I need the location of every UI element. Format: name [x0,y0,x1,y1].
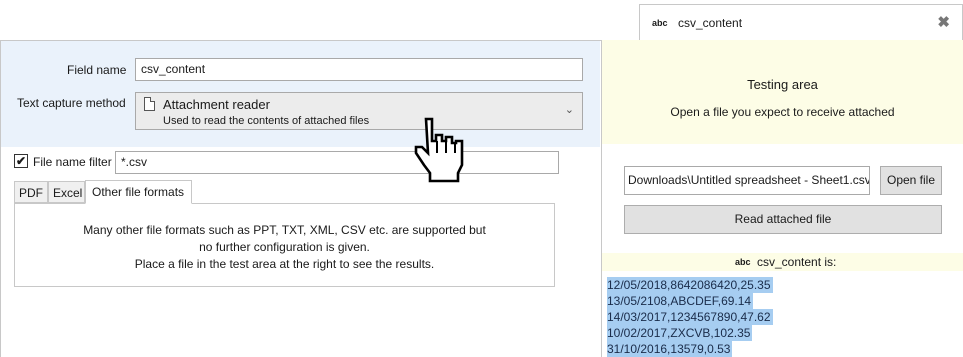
field-tab[interactable]: abc csv_content ✖ [639,4,963,41]
panel-text-line: Place a file in the test area at the rig… [134,257,435,271]
result-line: 12/05/2018,8642086420,25.35 [607,277,773,293]
file-name-filter-checkbox[interactable]: ✔ [14,154,28,168]
field-name-input[interactable]: csv_content [135,58,583,81]
testing-area-subtitle: Open a file you expect to receive attach… [670,105,895,119]
capture-method-title: Attachment reader [163,97,270,112]
capture-method-label: Text capture method [17,96,126,110]
result-line: 31/10/2016,13579,0.53 [607,341,733,357]
panel-text-line: no further configuration is given. [199,240,370,254]
open-file-button[interactable]: Open file [880,166,942,195]
file-path-input[interactable]: Downloads\Untitled spreadsheet - Sheet1.… [624,166,870,195]
capture-method-description: Used to read the contents of attached fi… [163,115,370,127]
tab-pdf[interactable]: PDF [14,181,48,203]
other-formats-panel: Many other file formats such as PPT, TXT… [14,203,555,287]
chevron-down-icon: ⌄ [564,104,574,116]
testing-area [602,40,963,144]
result-line: 14/03/2017,1234567890,47.62 [607,309,773,325]
tab-other-file-formats[interactable]: Other file formats [85,180,192,204]
tab-excel[interactable]: Excel [48,181,85,203]
document-icon [144,97,155,111]
read-attached-file-button[interactable]: Read attached file [624,205,942,234]
result-header: abc csv_content is: [602,253,963,271]
result-label: csv_content is: [757,255,837,269]
panel-text-line: Many other file formats such as PPT, TXT… [83,223,486,237]
close-icon[interactable]: ✖ [937,13,950,31]
hand-pointer-icon [414,117,464,183]
text-type-icon: abc [652,18,668,28]
capture-method-select[interactable]: Attachment reader Used to read the conte… [135,92,583,130]
file-name-filter-label: File name filter [33,155,112,169]
result-output[interactable]: 12/05/2018,8642086420,25.35 13/05/2108,A… [607,277,773,357]
result-line: 13/05/2108,ABCDEF,69.14 [607,293,754,309]
field-tab-label: csv_content [678,16,743,30]
text-type-icon: abc [735,257,751,267]
field-name-label: Field name [67,63,127,77]
file-name-filter-input[interactable]: *.csv [115,151,559,174]
testing-area-title: Testing area [747,77,818,92]
result-line: 10/02/2017,ZXCVB,102.35 [607,325,753,341]
